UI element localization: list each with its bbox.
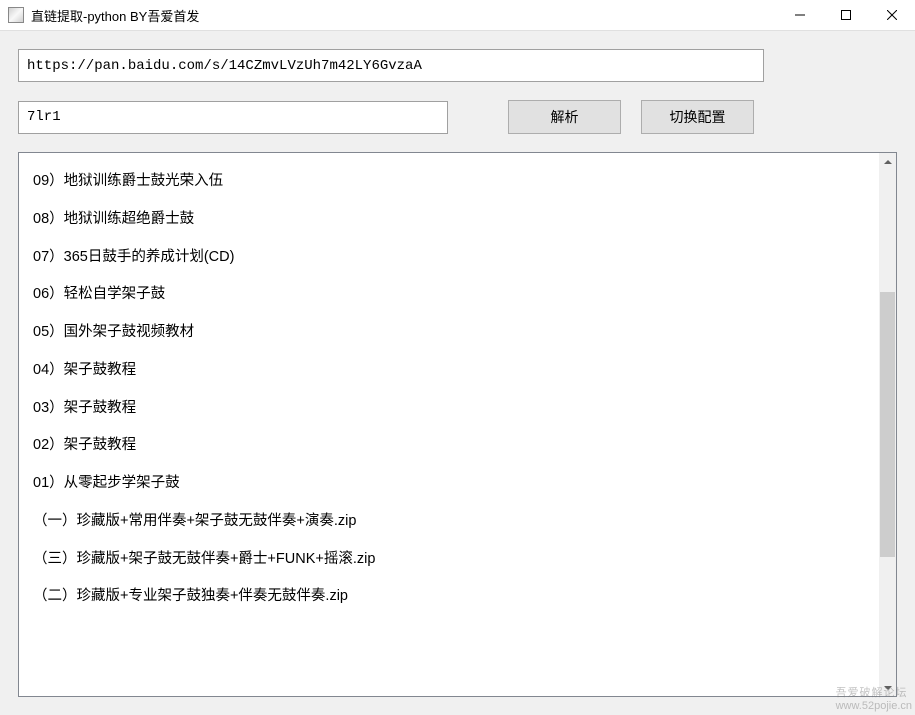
list-item[interactable]: 02）架子鼓教程 xyxy=(33,427,865,465)
list-item[interactable]: 08）地狱训练超绝爵士鼓 xyxy=(33,201,865,239)
file-list[interactable]: 09）地狱训练爵士鼓光荣入伍 08）地狱训练超绝爵士鼓 07）365日鼓手的养成… xyxy=(19,153,879,696)
scrollbar[interactable] xyxy=(879,153,896,696)
close-button[interactable] xyxy=(869,0,915,30)
scroll-up-button[interactable] xyxy=(879,153,896,170)
list-item[interactable]: 05）国外架子鼓视频教材 xyxy=(33,314,865,352)
list-item[interactable]: 04）架子鼓教程 xyxy=(33,352,865,390)
maximize-icon xyxy=(841,10,851,20)
minimize-icon xyxy=(795,10,805,20)
list-item[interactable]: （一）珍藏版+常用伴奏+架子鼓无鼓伴奏+演奏.zip xyxy=(33,503,865,541)
list-item[interactable]: （三）珍藏版+架子鼓无鼓伴奏+爵士+FUNK+摇滚.zip xyxy=(33,541,865,579)
list-item[interactable]: 03）架子鼓教程 xyxy=(33,390,865,428)
switch-config-button[interactable]: 切换配置 xyxy=(641,100,754,134)
chevron-up-icon xyxy=(884,160,892,164)
code-input[interactable] xyxy=(18,101,448,134)
minimize-button[interactable] xyxy=(777,0,823,30)
scroll-track[interactable] xyxy=(879,170,896,679)
window-title: 直链提取-python BY吾爱首发 xyxy=(31,6,777,25)
list-item[interactable]: 06）轻松自学架子鼓 xyxy=(33,276,865,314)
maximize-button[interactable] xyxy=(823,0,869,30)
close-icon xyxy=(887,10,897,20)
list-item[interactable]: 07）365日鼓手的养成计划(CD) xyxy=(33,239,865,277)
list-item[interactable]: 09）地狱训练爵士鼓光荣入伍 xyxy=(33,163,865,201)
app-icon xyxy=(8,7,24,23)
titlebar[interactable]: 直链提取-python BY吾爱首发 xyxy=(0,0,915,31)
url-input[interactable] xyxy=(18,49,764,82)
list-item[interactable]: （二）珍藏版+专业架子鼓独奏+伴奏无鼓伴奏.zip xyxy=(33,578,865,616)
controls-row: 解析 切换配置 xyxy=(18,100,897,134)
list-item[interactable]: 01）从零起步学架子鼓 xyxy=(33,465,865,503)
chevron-down-icon xyxy=(884,686,892,690)
scroll-down-button[interactable] xyxy=(879,679,896,696)
window-controls xyxy=(777,0,915,30)
app-window: 直链提取-python BY吾爱首发 解析 切换配置 09）地狱训练爵士鼓光荣入… xyxy=(0,0,915,715)
file-list-container: 09）地狱训练爵士鼓光荣入伍 08）地狱训练超绝爵士鼓 07）365日鼓手的养成… xyxy=(18,152,897,697)
scroll-thumb[interactable] xyxy=(880,292,895,557)
parse-button[interactable]: 解析 xyxy=(508,100,621,134)
content-area: 解析 切换配置 09）地狱训练爵士鼓光荣入伍 08）地狱训练超绝爵士鼓 07）3… xyxy=(0,31,915,715)
